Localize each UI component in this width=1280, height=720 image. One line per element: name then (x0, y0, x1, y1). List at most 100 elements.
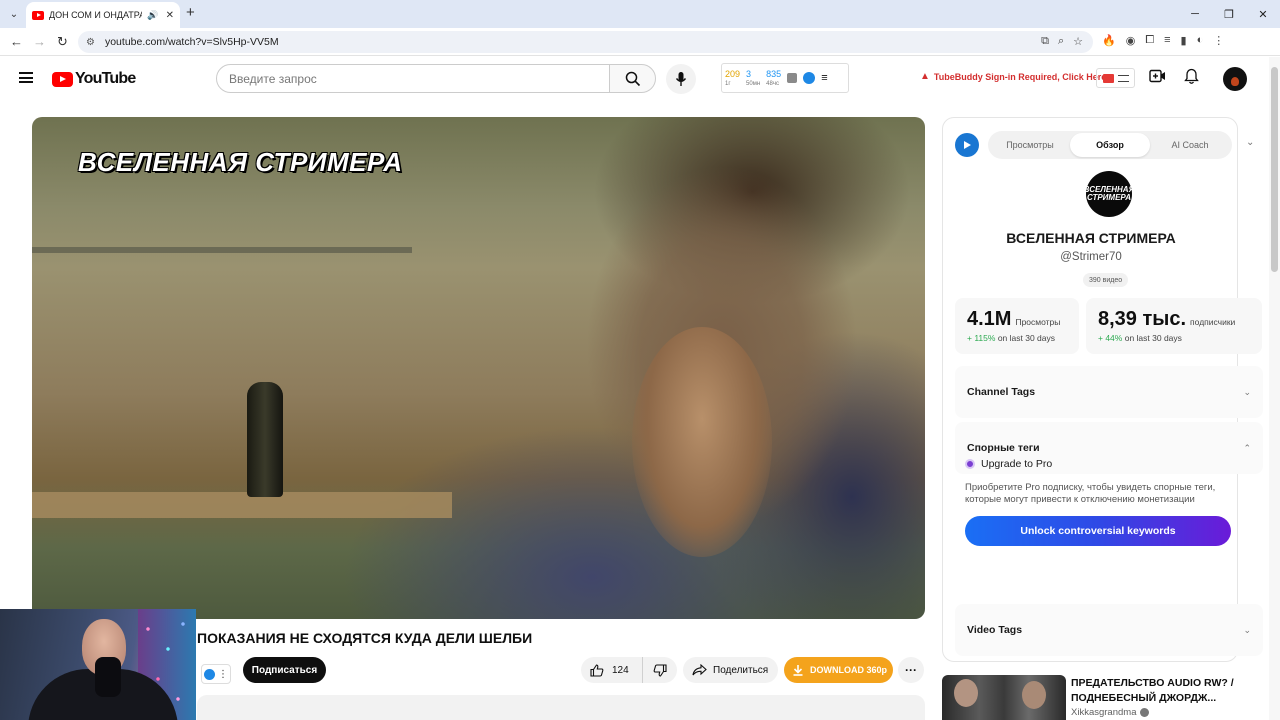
channel-handle: @Strimer70 (1060, 251, 1122, 263)
views-stat-card: 4.1M Просмотры + 115% on last 30 days (955, 298, 1079, 354)
page-scrollbar[interactable] (1269, 57, 1280, 720)
download-button[interactable]: DOWNLOAD 360p (784, 657, 893, 683)
voice-search-button[interactable] (666, 64, 696, 94)
tab-search-menu-button[interactable]: ⌄ (4, 5, 24, 23)
upgrade-description: Приобретите Pro подписку, чтобы увидеть … (965, 482, 1216, 505)
recommended-video-thumbnail[interactable] (942, 675, 1066, 720)
stat-item: 3 50мн (746, 68, 761, 87)
channel-name: ВСЕЛЕННАЯ СТРИМЕРА (1006, 230, 1176, 246)
analytics-extension-panel: Просмотры Обзор AI Coach ВСЕЛЕННАЯ СТРИМ… (942, 117, 1263, 662)
scrollbar-thumb[interactable] (1271, 67, 1278, 272)
video-frame-bottle (247, 382, 283, 497)
verified-icon (1140, 708, 1150, 717)
subscribers-value: 8,39 тыс. (1098, 308, 1187, 330)
channel-tags-toggle[interactable]: Channel Tags ⌄ (955, 366, 1263, 418)
vidiq-mini-icon (204, 668, 215, 680)
fire-extension-icon[interactable]: 🔥 (1102, 34, 1116, 47)
url-text: youtube.com/watch?v=Slv5Hp-VV5M (104, 36, 279, 48)
channel-stats-widget[interactable]: 209 1г 3 50мн 835 48чс ≡ (721, 63, 849, 93)
views-change: + 115% (967, 333, 996, 343)
recommended-video-title[interactable]: ПРЕДАТЕЛЬСТВО AUDIO RW? / ПОДНЕБЕСНЫЙ ДЖ… (1071, 676, 1241, 705)
site-info-icon[interactable]: ⚙ (86, 37, 95, 48)
new-tab-button[interactable]: + (186, 4, 195, 21)
install-app-icon[interactable]: ⧉ (1041, 35, 1049, 48)
extension-icon[interactable]: ◉ (1126, 34, 1136, 47)
reload-icon[interactable]: ↻ (57, 34, 68, 50)
video-frame-hand (632, 327, 772, 557)
channel-logo[interactable]: ВСЕЛЕННАЯ СТРИМЕРА (1084, 171, 1134, 217)
video-tags-toggle[interactable]: Video Tags ⌄ (955, 604, 1263, 656)
chevron-down-icon: ⌄ (1243, 624, 1251, 635)
search-button[interactable] (609, 64, 656, 93)
tubebuddy-signin-link[interactable]: ▲ TubeBuddy Sign-in Required, Click Here (920, 71, 1106, 82)
microphone-icon (675, 72, 687, 86)
browser-tab-active[interactable]: ДОН СОМ И ОНДАТРА - ПОКАЗАНИЯ НЕ СХОДЯТС… (26, 2, 180, 28)
subscribers-change: + 44% (1098, 333, 1123, 343)
create-button[interactable] (1149, 69, 1166, 88)
puzzle-extensions-icon[interactable]: ⧠ (1145, 34, 1154, 47)
share-label: Поделиться (713, 664, 769, 676)
browser-toolbar: ← → ↻ ⚙ youtube.com/watch?v=Slv5Hp-VV5M … (0, 28, 1280, 56)
tab-ai-coach[interactable]: AI Coach (1150, 133, 1230, 157)
hamburger-menu-icon[interactable] (19, 72, 33, 83)
create-video-icon (1149, 69, 1165, 83)
channel-tags-section: Channel Tags ⌄ (955, 366, 1263, 418)
back-arrow-icon[interactable]: ← (10, 34, 23, 49)
more-actions-button[interactable]: ··· (898, 657, 924, 683)
profile-icon[interactable]: ◐ (1197, 34, 1204, 47)
close-window-icon[interactable]: ✕ (1246, 0, 1280, 28)
window-controls: ─ ❐ ✕ (1178, 0, 1280, 28)
video-frame-shelf (32, 247, 412, 253)
forward-arrow-icon[interactable]: → (33, 34, 46, 49)
upgrade-title: Upgrade to Pro (981, 458, 1053, 470)
subscribe-button[interactable]: Подписаться (243, 657, 326, 683)
upgrade-pro-box: Upgrade to Pro Приобретите Pro подписку,… (965, 458, 1250, 546)
tab-close-icon[interactable]: ✕ (166, 10, 174, 21)
like-button[interactable]: 124 (581, 657, 643, 683)
maximize-icon[interactable]: ❐ (1212, 0, 1246, 28)
youtube-logo-icon (52, 71, 73, 87)
unlock-keywords-button[interactable]: Unlock controversial keywords (965, 515, 1231, 546)
vidiq-logo-icon[interactable] (955, 133, 979, 157)
notifications-button[interactable] (1184, 68, 1199, 90)
views-period: on last 30 days (997, 333, 1055, 343)
description-box[interactable] (197, 695, 925, 720)
video-player[interactable]: ВСЕЛЕННАЯ СТРИМЕРА (32, 117, 925, 619)
warning-icon: ▲ (920, 71, 930, 82)
views-value: 4.1M (967, 308, 1012, 330)
video-tags-section: Video Tags ⌄ (955, 604, 1263, 656)
panel-collapse-chevron-icon[interactable]: ⌄ (1246, 137, 1254, 148)
recommended-video-author[interactable]: Xikkasgrandma (1071, 707, 1150, 718)
webcam-microphone (95, 657, 121, 697)
search-box[interactable] (216, 64, 610, 93)
tubebuddy-menu-button[interactable] (1096, 68, 1135, 88)
tab-overview[interactable]: Обзор (1070, 133, 1150, 157)
browser-menu-icon[interactable]: ⋮ (1213, 34, 1224, 47)
vidiq-logo-icon[interactable] (803, 72, 816, 84)
youtube-masthead: YouTube 209 1г 3 50мн 835 48чс ≡ (0, 57, 1268, 101)
widget-menu-icon[interactable]: ≡ (821, 72, 827, 84)
subscribers-label: подписчики (1190, 317, 1236, 327)
thumbs-down-icon (653, 663, 667, 677)
zoom-icon[interactable]: ⌕ (1058, 35, 1064, 48)
pro-badge-icon (965, 459, 975, 469)
media-controls-icon[interactable]: ≡ (1164, 34, 1170, 47)
youtube-logo[interactable]: YouTube (52, 70, 136, 88)
address-bar[interactable]: ⚙ youtube.com/watch?v=Slv5Hp-VV5M ⧉ ⌕ ☆ (78, 31, 1093, 53)
dislike-button[interactable] (643, 657, 677, 683)
share-button[interactable]: Поделиться (683, 657, 778, 683)
tubebuddy-icon (1102, 73, 1114, 83)
video-watermark: ВСЕЛЕННАЯ СТРИМЕРА (78, 147, 403, 177)
audio-playing-icon[interactable]: 🔊 (147, 10, 158, 21)
stat-item: 209 1г (725, 68, 741, 87)
chart-icon[interactable] (787, 73, 798, 83)
minimize-icon[interactable]: ─ (1178, 0, 1212, 28)
side-panel-icon[interactable]: ▮ (1181, 34, 1187, 47)
channel-tool-button[interactable]: ⋮ (201, 664, 231, 684)
tab-views[interactable]: Просмотры (990, 133, 1070, 157)
bookmark-star-icon[interactable]: ☆ (1073, 35, 1083, 48)
kebab-icon[interactable]: ⋮ (218, 669, 228, 680)
share-icon (692, 664, 707, 676)
search-input[interactable] (229, 71, 609, 86)
account-avatar[interactable] (1223, 67, 1247, 91)
